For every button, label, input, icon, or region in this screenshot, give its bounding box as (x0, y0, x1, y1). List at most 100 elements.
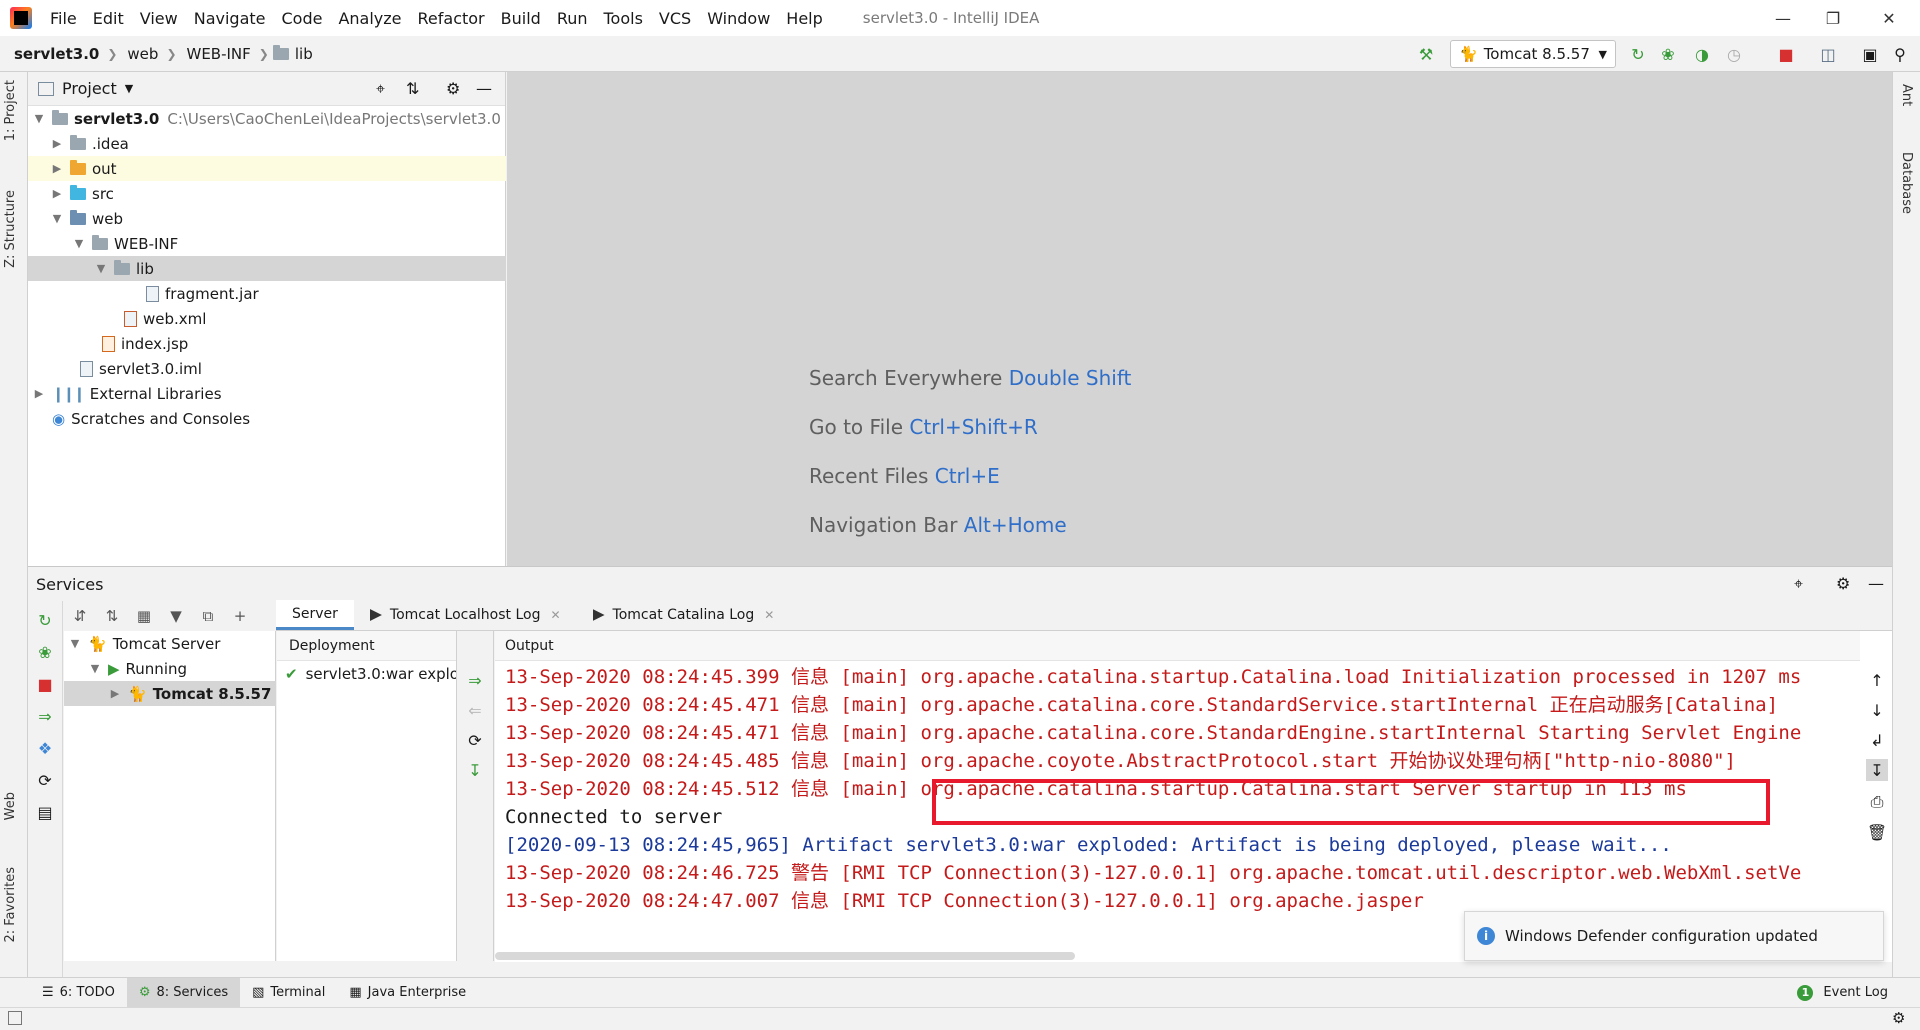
collapse-all-icon[interactable]: ⇅ (406, 79, 419, 98)
memory-indicator-icon[interactable]: ⚙ (1892, 1009, 1905, 1027)
group-by-icon[interactable]: ▦ (128, 607, 160, 625)
refresh-icon[interactable]: ⟳ (464, 729, 486, 751)
horizontal-scrollbar[interactable] (495, 952, 1075, 960)
chevron-right-icon[interactable]: ▶ (50, 137, 64, 150)
breadcrumb-project[interactable]: servlet3.0 (8, 45, 103, 63)
maximize-icon[interactable]: ❐ (1810, 0, 1856, 36)
chevron-down-icon[interactable]: ▼ (88, 662, 102, 675)
tool-tab-todo[interactable]: ☰ 6: TODO (30, 978, 127, 1008)
menu-file[interactable]: File (42, 9, 85, 28)
new-tab-icon[interactable]: ⧉ (192, 607, 224, 625)
menu-help[interactable]: Help (778, 9, 830, 28)
collapse-all-icon[interactable]: ⇅ (96, 607, 128, 625)
soft-wrap-icon[interactable]: ↲ (1866, 729, 1888, 751)
tree-item-iml[interactable]: servlet3.0.iml (28, 356, 506, 381)
debug-icon[interactable]: ❀ (34, 641, 56, 663)
tree-item-fragment-jar[interactable]: fragment.jar (28, 281, 506, 306)
chevron-right-icon[interactable]: ▶ (32, 387, 46, 400)
menu-window[interactable]: Window (699, 9, 778, 28)
tool-tab-java-enterprise[interactable]: ▦ Java Enterprise (337, 978, 478, 1008)
arrow-up-icon[interactable]: ↑ (1866, 669, 1888, 691)
stop-icon[interactable]: ■ (1774, 42, 1798, 66)
build-hammer-icon[interactable]: ⚒ (1414, 42, 1438, 66)
scroll-to-end-icon[interactable]: ↧ (1866, 759, 1888, 781)
close-icon[interactable]: ✕ (764, 608, 774, 622)
gear-icon[interactable]: ⚙ (1836, 574, 1850, 593)
chevron-down-icon[interactable]: ▼ (94, 262, 108, 275)
search-icon[interactable]: ⚲ (1888, 42, 1912, 66)
project-structure-icon[interactable]: ◫ (1816, 42, 1840, 66)
tree-item-lib[interactable]: ▼ lib (28, 256, 506, 281)
menu-refactor[interactable]: Refactor (410, 9, 493, 28)
tool-tab-favorites[interactable]: 2: Favorites (3, 867, 18, 943)
menu-navigate[interactable]: Navigate (186, 9, 274, 28)
tool-tab-structure[interactable]: Z: Structure (3, 190, 18, 268)
rerun-icon[interactable]: ↻ (34, 609, 56, 631)
locate-icon[interactable]: ⌖ (1794, 574, 1803, 594)
tool-tab-project[interactable]: 1: Project (3, 80, 18, 141)
tool-tab-services[interactable]: ⚙ 8: Services (126, 977, 241, 1008)
arrow-down-icon[interactable]: ↓ (1866, 699, 1888, 721)
run-configuration-select[interactable]: 🐈 Tomcat 8.5.57 ▼ (1450, 40, 1616, 68)
close-icon[interactable]: ✕ (550, 608, 560, 622)
notification-balloon[interactable]: i Windows Defender configuration updated (1464, 911, 1884, 961)
tree-item-running[interactable]: ▼ ▶ Running (64, 656, 276, 681)
tree-item-tomcat-instance[interactable]: ▶ 🐈 Tomcat 8.5.57 (64, 681, 276, 706)
tree-item-project-root[interactable]: ▼ servlet3.0 C:\Users\CaoChenLei\IdeaPro… (28, 106, 506, 131)
profiler-icon[interactable]: ◷ (1722, 42, 1746, 66)
layout-icon[interactable]: ▤ (34, 801, 56, 823)
chevron-down-icon[interactable]: ▼ (68, 637, 82, 650)
rerun-icon[interactable]: ↻ (1626, 42, 1650, 66)
tool-tab-terminal[interactable]: ▧ Terminal (240, 978, 337, 1008)
tree-item-idea[interactable]: ▶ .idea (28, 131, 506, 156)
deploy-icon[interactable]: ⇒ (34, 705, 56, 727)
breadcrumb-web[interactable]: web (121, 45, 162, 63)
tree-item-tomcat-server[interactable]: ▼ 🐈 Tomcat Server (64, 631, 276, 656)
tree-item-web-inf[interactable]: ▼ WEB-INF (28, 231, 506, 256)
close-icon[interactable]: ✕ (1866, 0, 1912, 36)
breadcrumb-lib[interactable]: lib (295, 45, 317, 63)
debug-icon[interactable]: ❀ (1656, 42, 1680, 66)
tab-catalina-log[interactable]: Tomcat Catalina Log ✕ (577, 600, 791, 630)
menu-code[interactable]: Code (274, 9, 331, 28)
trash-icon[interactable]: 🗑 (1866, 821, 1888, 843)
deploy-icon[interactable]: ⇒ (464, 669, 486, 691)
chevron-down-icon[interactable]: ▼ (125, 82, 133, 95)
tool-tab-ant[interactable]: Ant (1899, 84, 1914, 106)
chevron-down-icon[interactable]: ▼ (50, 212, 64, 225)
deployment-item[interactable]: ✔ servlet3.0:war explo (277, 661, 456, 687)
tree-item-web-xml[interactable]: web.xml (28, 306, 506, 331)
minimize-icon[interactable]: — (1760, 0, 1806, 36)
tree-item-web[interactable]: ▼ web (28, 206, 506, 231)
tree-item-src[interactable]: ▶ src (28, 181, 506, 206)
hide-panel-icon[interactable]: — (1868, 574, 1884, 593)
menu-edit[interactable]: Edit (85, 9, 132, 28)
tree-item-external-libraries[interactable]: ▶ ❙❙❙ External Libraries (28, 381, 506, 406)
menu-view[interactable]: View (132, 9, 186, 28)
undeploy-icon[interactable]: ⇐ (464, 699, 486, 721)
menu-run[interactable]: Run (549, 9, 596, 28)
stop-icon[interactable]: ■ (34, 673, 56, 695)
add-service-icon[interactable]: + (224, 607, 256, 625)
menu-analyze[interactable]: Analyze (330, 9, 409, 28)
deploy-all-icon[interactable]: ↧ (464, 759, 486, 781)
chevron-down-icon[interactable]: ▼ (72, 237, 86, 250)
chevron-right-icon[interactable]: ▶ (108, 687, 122, 700)
breadcrumb-web-inf[interactable]: WEB-INF (181, 45, 255, 63)
run-with-coverage-icon[interactable]: ◑ (1690, 42, 1714, 66)
hide-panel-icon[interactable]: — (476, 79, 492, 98)
filter-icon[interactable]: ▼ (160, 607, 192, 625)
chevron-right-icon[interactable]: ▶ (50, 187, 64, 200)
project-panel-title[interactable]: Project (62, 79, 117, 98)
refresh-icon[interactable]: ⟳ (34, 769, 56, 791)
chevron-right-icon[interactable]: ▶ (50, 162, 64, 175)
menu-vcs[interactable]: VCS (651, 9, 699, 28)
tree-item-out[interactable]: ▶ out (28, 156, 506, 181)
panel-toggle-icon[interactable] (8, 1011, 22, 1025)
tool-tab-web[interactable]: Web (3, 792, 18, 820)
tool-tab-event-log[interactable]: 1 Event Log (1785, 978, 1900, 1008)
tree-item-index-jsp[interactable]: index.jsp (28, 331, 506, 356)
gear-icon[interactable]: ⚙ (446, 79, 460, 98)
toolbar-layout-icon[interactable]: ▣ (1858, 42, 1882, 66)
chevron-down-icon[interactable]: ▼ (32, 112, 46, 125)
